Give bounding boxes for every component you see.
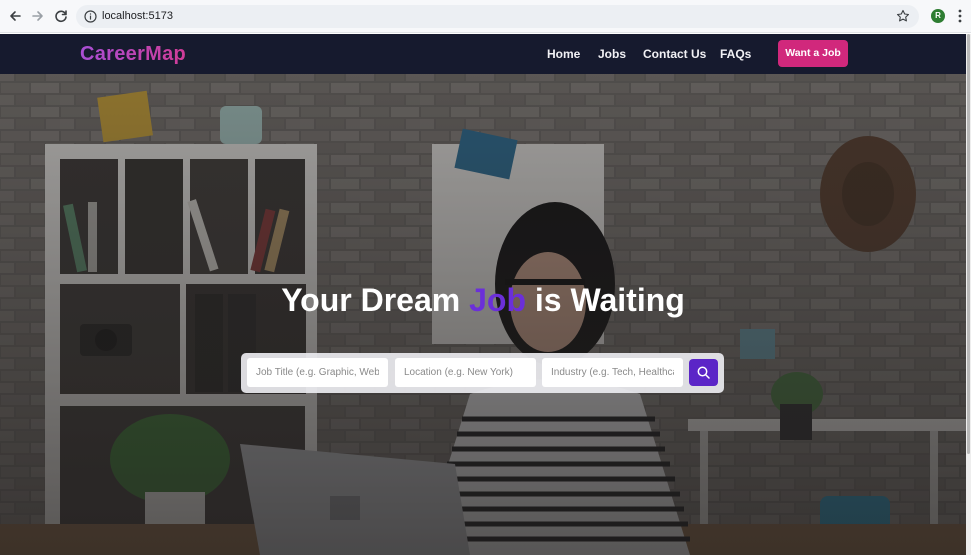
browser-toolbar: localhost:5173 R [0, 0, 971, 33]
job-title-input[interactable] [247, 358, 388, 387]
address-bar[interactable]: localhost:5173 [76, 5, 919, 28]
headline-before: Your Dream [281, 282, 470, 318]
job-search-panel [241, 353, 724, 393]
location-input[interactable] [395, 358, 536, 387]
nav-jobs-link[interactable]: Jobs [598, 47, 626, 61]
headline-after: is Waiting [525, 282, 685, 318]
page-viewport: CareerMap Home Jobs Contact Us FAQs Want… [0, 34, 966, 555]
nav-home-link[interactable]: Home [547, 47, 580, 61]
url-text[interactable]: localhost:5173 [102, 10, 173, 22]
site-info-icon[interactable] [84, 10, 97, 23]
search-icon [697, 366, 710, 379]
kebab-menu-icon[interactable] [958, 9, 962, 23]
forward-arrow-icon[interactable] [30, 8, 46, 24]
nav-faqs-link[interactable]: FAQs [720, 47, 751, 61]
headline-accent-word: Job [469, 282, 526, 318]
site-logo[interactable]: CareerMap [80, 43, 186, 66]
site-header: CareerMap Home Jobs Contact Us FAQs Want… [0, 34, 966, 74]
page-scrollbar-thumb[interactable] [967, 34, 970, 454]
hero-headline: Your Dream Job is Waiting [0, 282, 966, 319]
bookmark-star-icon[interactable] [896, 9, 910, 23]
want-a-job-button[interactable]: Want a Job [778, 40, 848, 67]
profile-avatar[interactable]: R [931, 9, 945, 23]
back-arrow-icon[interactable] [7, 8, 23, 24]
industry-input[interactable] [542, 358, 683, 387]
search-button[interactable] [689, 359, 718, 386]
nav-contact-link[interactable]: Contact Us [643, 47, 706, 61]
reload-icon[interactable] [53, 8, 69, 24]
